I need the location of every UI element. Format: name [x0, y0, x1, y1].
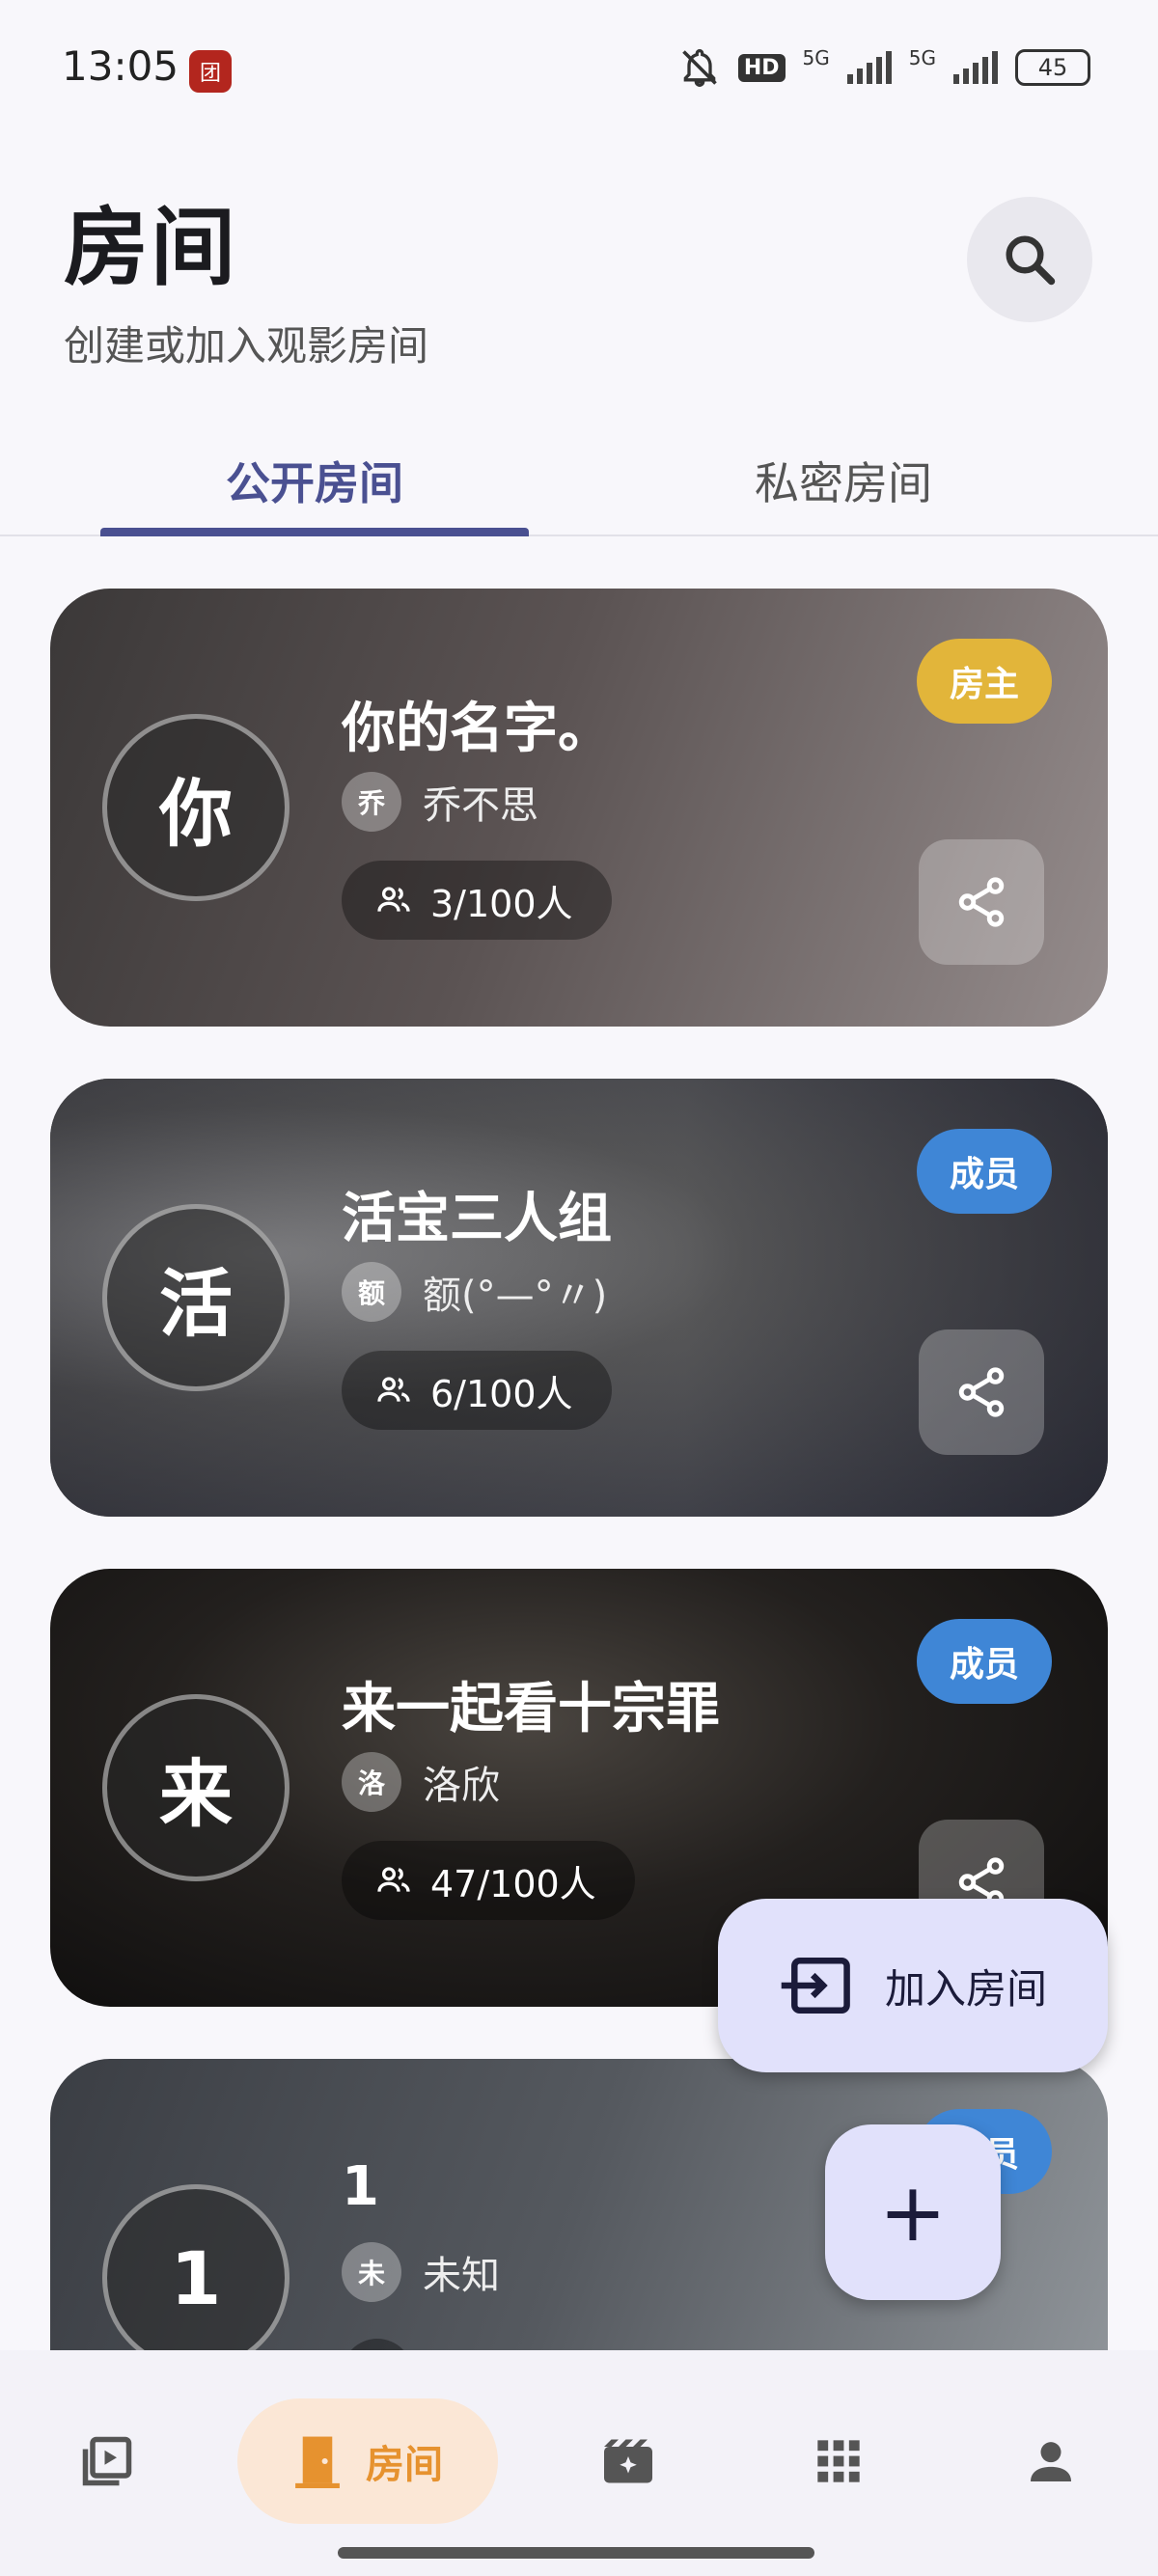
owner-name: 未知 [423, 2254, 500, 2298]
battery-icon: 45 [1015, 49, 1090, 86]
owner-avatar: 未 [342, 2242, 401, 2302]
search-button[interactable] [967, 197, 1092, 322]
people-icon [377, 887, 410, 912]
owner-avatar: 洛 [342, 1752, 401, 1812]
tab-bar: 公开房间 私密房间 [0, 425, 1158, 536]
people-icon [377, 1867, 410, 1892]
video-library-icon [82, 2436, 132, 2486]
room-name: 活宝三人组 [342, 1188, 612, 1250]
room-owner: 洛 洛欣 [342, 1752, 500, 1812]
nav-profile[interactable] [998, 2398, 1104, 2524]
room-name: 1 [342, 2155, 379, 2218]
role-badge: 房主 [916, 639, 1052, 724]
nav-rooms-label: 房间 [366, 2443, 443, 2487]
share-icon [958, 1367, 1005, 1417]
hd-voice-icon: HD [737, 53, 786, 82]
status-bar: 13:05 团 HD 5G 5G 45 [0, 0, 1158, 135]
share-icon [958, 877, 1005, 927]
room-avatar: 来 [102, 1694, 290, 1881]
owner-avatar: 乔 [342, 772, 401, 832]
member-count: 6/100人 [430, 1372, 573, 1415]
search-icon [1006, 235, 1056, 286]
member-count-chip: 3/100人 [342, 861, 612, 940]
apps-grid-icon [817, 2440, 860, 2482]
movie-sparkle-icon [604, 2439, 652, 2483]
signal-icon [846, 51, 892, 84]
page-header: 房间 创建或加入观影房间 [64, 179, 428, 372]
member-count-chip: 47/100人 [342, 1841, 635, 1920]
create-room-button[interactable]: + [825, 2124, 1001, 2300]
join-room-button[interactable]: 加入房间 [718, 1899, 1108, 2072]
role-badge: 成员 [916, 1129, 1052, 1214]
room-owner: 乔 乔不思 [342, 772, 538, 832]
bell-off-icon [682, 49, 717, 87]
person-icon [1031, 2442, 1071, 2481]
nav-rooms[interactable]: 房间 [237, 2398, 498, 2524]
owner-name: 洛欣 [423, 1764, 500, 1808]
nav-movies[interactable] [575, 2398, 681, 2524]
owner-avatar: 额 [342, 1262, 401, 1322]
nav-videos[interactable] [54, 2398, 160, 2524]
bottom-navigation: 房间 [0, 2350, 1158, 2576]
room-owner: 未 未知 [342, 2242, 500, 2302]
tab-public-rooms[interactable]: 公开房间 [25, 425, 604, 536]
join-room-label: 加入房间 [884, 1964, 1047, 2013]
member-count: 3/100人 [430, 882, 573, 925]
owner-name: 乔不思 [423, 783, 538, 828]
owner-name: 额(°—°〃) [423, 1274, 608, 1318]
room-owner: 额 额(°—°〃) [342, 1262, 607, 1322]
network-type-2: 5G [908, 46, 936, 69]
notification-app-icon: 团 [189, 50, 232, 93]
clock: 13:05 [62, 42, 179, 90]
member-count-chip: 6/100人 [342, 1351, 612, 1430]
share-button[interactable] [919, 839, 1044, 965]
role-badge: 成员 [916, 1619, 1052, 1704]
member-count: 47/100人 [430, 1862, 596, 1905]
people-icon [377, 1377, 410, 1402]
share-button[interactable] [919, 1329, 1044, 1455]
room-name: 来一起看十宗罪 [342, 1678, 720, 1740]
page-subtitle: 创建或加入观影房间 [64, 322, 429, 370]
network-type: 5G [802, 46, 830, 69]
room-avatar: 你 [102, 714, 290, 901]
tab-indicator [100, 528, 529, 536]
login-arrow-icon [781, 1957, 850, 2014]
nav-apps[interactable] [786, 2398, 892, 2524]
room-name: 你的名字。 [342, 698, 612, 760]
room-card[interactable]: 你 你的名字。 乔 乔不思 3/100人 房主 [50, 589, 1108, 1027]
signal-icon-2 [953, 51, 998, 84]
room-avatar: 活 [102, 1204, 290, 1391]
door-icon [295, 2436, 340, 2488]
tab-private-rooms[interactable]: 私密房间 [554, 425, 1133, 536]
page-title: 房间 [64, 198, 238, 297]
home-indicator [338, 2547, 814, 2559]
room-card[interactable]: 活 活宝三人组 额 额(°—°〃) 6/100人 成员 [50, 1079, 1108, 1517]
